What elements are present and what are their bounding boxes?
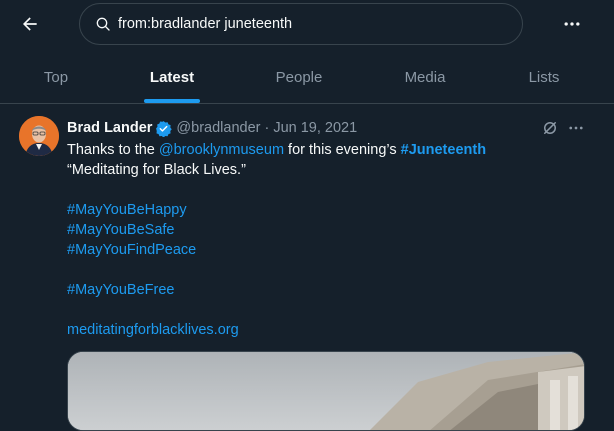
more-horizontal-icon [562,14,582,39]
mention-link[interactable]: @brooklynmuseum [159,142,284,158]
tweet-more-button[interactable] [566,118,586,138]
hashtag-link[interactable]: #MayYouBeFree [67,282,174,298]
search-input[interactable] [118,16,498,32]
hashtag-link[interactable]: #MayYouBeHappy [67,202,187,218]
author-name[interactable]: Brad Lander [67,120,152,136]
more-options-button[interactable] [556,10,588,42]
url-link[interactable]: meditatingforblacklives.org [67,322,239,338]
tweet-text-segment: Thanks to the [67,142,159,158]
grok-icon[interactable] [540,118,560,138]
tweet-line: “Meditating for Black Lives.” [67,162,246,178]
tab-media[interactable]: Media [366,52,484,103]
tweet-header: Brad Lander @bradlander · Jun 19, 2021 [67,118,357,138]
tweet-line: Thanks to the @brooklynmuseum for this e… [67,140,587,160]
tab-latest[interactable]: Latest [112,52,232,103]
hashtag-link[interactable]: #Juneteenth [401,142,486,158]
back-button[interactable] [14,10,46,42]
search-tabs: Top Latest People Media Lists [0,52,614,104]
top-bar [0,0,614,52]
tweet-date[interactable]: Jun 19, 2021 [273,120,357,136]
active-tab-indicator [144,99,200,103]
more-horizontal-icon [567,119,585,137]
tab-label: Latest [149,69,195,86]
separator-dot: · [264,120,270,136]
line-break [67,180,587,200]
tweet-media-image[interactable] [67,351,585,431]
tab-lists[interactable]: Lists [484,52,604,103]
line-break [67,260,587,280]
tweet-text: Thanks to the @brooklynmuseum for this e… [67,140,587,340]
search-icon [95,16,111,32]
tab-label: People [275,69,323,86]
tab-label: Top [43,69,69,86]
search-bar[interactable] [79,3,523,45]
tab-label: Lists [528,69,560,86]
author-handle[interactable]: @bradlander [176,120,260,136]
tab-people[interactable]: People [232,52,366,103]
hashtag-link[interactable]: #MayYouFindPeace [67,242,196,258]
tab-top[interactable]: Top [0,52,112,103]
verified-badge-icon [155,120,173,137]
arrow-left-icon [20,14,40,39]
tweet[interactable]: Brad Lander @bradlander · Jun 19, 2021 T… [0,104,614,431]
line-break [67,300,587,320]
tweet-text-segment: for this evening’s [284,142,401,158]
hashtag-link[interactable]: #MayYouBeSafe [67,222,175,238]
tab-label: Media [404,69,446,86]
avatar[interactable] [19,116,59,156]
